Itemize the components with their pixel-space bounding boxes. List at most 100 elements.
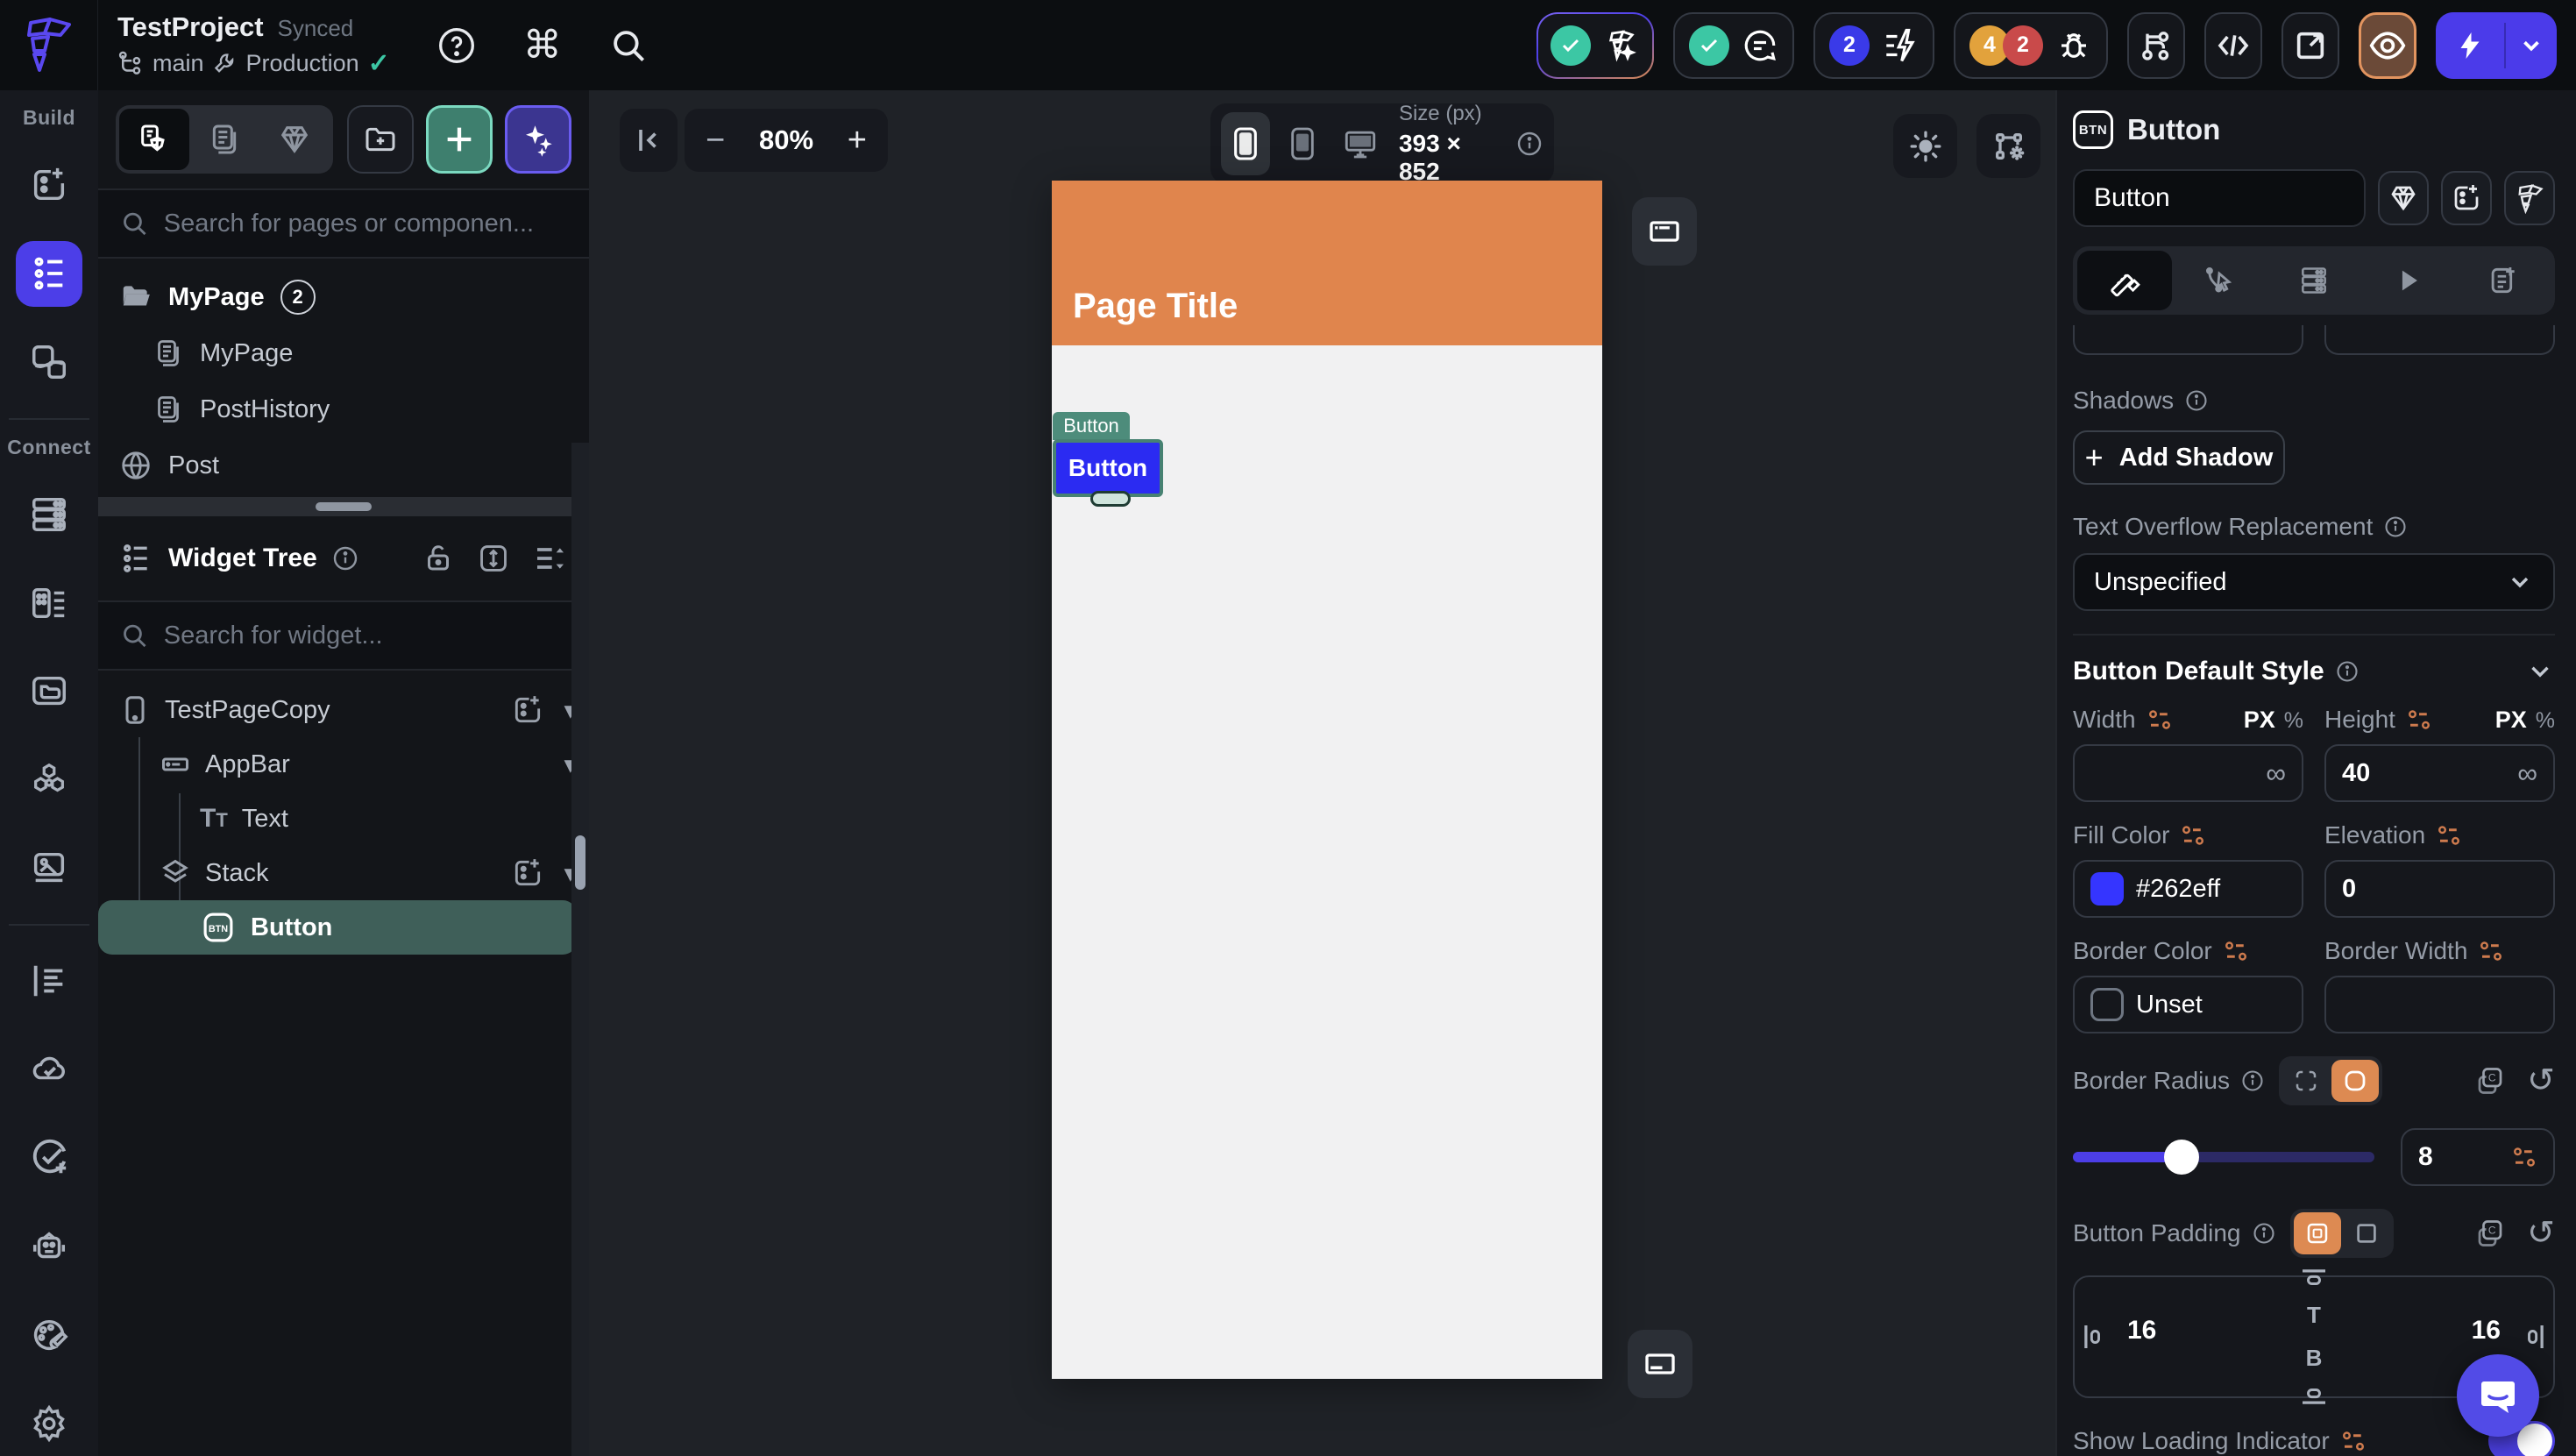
- page-folder-row[interactable]: MyPage 2: [98, 269, 589, 325]
- support-chat-launcher[interactable]: [2457, 1354, 2539, 1437]
- widget-tree-info-icon[interactable]: [331, 544, 359, 572]
- border-radius-value-input[interactable]: 8: [2401, 1128, 2555, 1186]
- rail-item-tests[interactable]: [16, 1126, 82, 1191]
- set-from-variable-icon[interactable]: [2511, 1146, 2537, 1168]
- padding-left-value[interactable]: 16: [2127, 1316, 2156, 1346]
- unit-px[interactable]: PX: [2244, 707, 2275, 734]
- add-widget-icon[interactable]: [511, 693, 544, 727]
- set-from-variable-icon[interactable]: [2147, 708, 2173, 731]
- tree-sort-icon[interactable]: [533, 541, 568, 576]
- reset-value-icon[interactable]: ↺: [2527, 1217, 2555, 1250]
- cropped-field[interactable]: [2073, 325, 2303, 355]
- tab-backend[interactable]: [2267, 251, 2361, 310]
- branch-name[interactable]: main: [153, 50, 204, 77]
- info-icon[interactable]: [2335, 659, 2360, 684]
- add-shadow-button[interactable]: + Add Shadow: [2073, 430, 2285, 485]
- copy-value-icon[interactable]: C: [2474, 1218, 2506, 1249]
- padding-right-value[interactable]: 16: [2472, 1316, 2501, 1346]
- tab-actions[interactable]: [2172, 251, 2267, 310]
- infinity-icon[interactable]: ∞: [2517, 757, 2537, 790]
- padding-bottom-icon[interactable]: [2296, 1384, 2331, 1407]
- tree-row-button-selected[interactable]: BTN Button: [98, 900, 577, 955]
- code-view-button[interactable]: [2204, 11, 2262, 79]
- tree-row-stack[interactable]: Stack ▾: [98, 846, 589, 900]
- set-from-variable-icon[interactable]: [2180, 824, 2206, 847]
- tree-row-text[interactable]: TT Text: [98, 792, 589, 846]
- set-from-variable-icon[interactable]: [2340, 1430, 2367, 1452]
- resize-handle[interactable]: [1090, 491, 1131, 507]
- rail-item-files[interactable]: [16, 658, 82, 724]
- page-row[interactable]: PostHistory: [98, 381, 589, 437]
- color-swatch[interactable]: [2090, 872, 2124, 906]
- add-folder-button[interactable]: [347, 105, 414, 174]
- fill-color-input[interactable]: #262eff: [2073, 860, 2303, 918]
- comments-status-pill[interactable]: [1673, 11, 1794, 79]
- panel-resize-handle[interactable]: [98, 497, 589, 516]
- tab-pages-and-components[interactable]: [119, 109, 189, 170]
- rail-item-media-assets[interactable]: [16, 835, 82, 901]
- info-icon[interactable]: [2252, 1221, 2276, 1246]
- project-name[interactable]: TestProject: [117, 11, 264, 43]
- widget-name-input[interactable]: [2073, 169, 2366, 227]
- padding-top-icon[interactable]: [2296, 1267, 2331, 1289]
- border-radius-slider[interactable]: [2073, 1140, 2374, 1175]
- padding-top-label[interactable]: T: [2307, 1302, 2321, 1329]
- unit-px[interactable]: PX: [2495, 707, 2527, 734]
- zoom-in-button[interactable]: +: [848, 122, 867, 160]
- set-from-variable-icon[interactable]: [2478, 940, 2504, 962]
- padding-uniform-option[interactable]: [2343, 1212, 2390, 1254]
- version-control-button[interactable]: [2127, 11, 2185, 79]
- copy-value-icon[interactable]: C: [2474, 1065, 2506, 1097]
- flutterflow-logo[interactable]: [0, 0, 98, 90]
- button-widget[interactable]: Button: [1053, 439, 1163, 497]
- help-button[interactable]: [437, 26, 476, 65]
- preview-button[interactable]: [2359, 11, 2416, 79]
- rail-item-integrations[interactable]: [16, 747, 82, 813]
- padding-left-icon[interactable]: [2082, 1319, 2104, 1354]
- device-desktop-button[interactable]: [1336, 112, 1385, 175]
- collapse-panel-button[interactable]: [620, 109, 678, 172]
- design-canvas[interactable]: − 80% + Size (px) 393 × 852 Page Title B…: [589, 90, 2055, 1456]
- appbar-widget[interactable]: Page Title: [1052, 181, 1602, 345]
- unit-percent[interactable]: %: [2536, 708, 2555, 734]
- rail-item-deploy[interactable]: [16, 1037, 82, 1103]
- pages-search-input[interactable]: [163, 209, 566, 238]
- info-icon[interactable]: [2383, 515, 2408, 539]
- theme-mode-toggle-button[interactable]: [1893, 114, 1957, 178]
- convert-to-component-button[interactable]: [2441, 171, 2492, 225]
- toggle-appbar-button[interactable]: [1632, 197, 1697, 266]
- button-default-style-header[interactable]: Button Default Style: [2073, 657, 2555, 686]
- rail-item-dashboard[interactable]: [16, 153, 82, 218]
- canvas-settings-button[interactable]: [1976, 114, 2040, 178]
- device-phone-button[interactable]: [1221, 112, 1270, 175]
- search-button[interactable]: [609, 26, 648, 65]
- unit-percent[interactable]: %: [2284, 708, 2303, 734]
- rail-item-ai-agents[interactable]: [16, 1213, 82, 1279]
- phone-preview[interactable]: Page Title Button Button: [1052, 181, 1602, 1379]
- rail-item-settings[interactable]: [16, 1390, 82, 1456]
- rail-item-database[interactable]: [16, 482, 82, 548]
- set-from-variable-icon[interactable]: [2406, 708, 2432, 731]
- infinity-icon[interactable]: ∞: [2266, 757, 2286, 790]
- reset-value-icon[interactable]: ↺: [2527, 1064, 2555, 1097]
- rail-item-documentation[interactable]: [16, 948, 82, 1014]
- lock-icon[interactable]: [422, 543, 454, 574]
- padding-right-icon[interactable]: [2523, 1319, 2546, 1354]
- height-input[interactable]: 40 ∞: [2324, 744, 2555, 802]
- text-overflow-dropdown[interactable]: Unspecified: [2073, 553, 2555, 611]
- tab-pages[interactable]: [189, 109, 259, 170]
- color-swatch-empty[interactable]: [2090, 988, 2124, 1021]
- ai-page-gen-button[interactable]: [505, 105, 571, 174]
- tree-row-appbar[interactable]: AppBar ▾: [98, 737, 589, 792]
- add-page-button[interactable]: [426, 105, 493, 174]
- page-row[interactable]: MyPage: [98, 325, 589, 381]
- run-bolt-icon[interactable]: [2436, 28, 2504, 63]
- collapse-section-chevron[interactable]: [2525, 657, 2555, 686]
- set-from-variable-icon[interactable]: [2223, 940, 2249, 962]
- run-options-chevron[interactable]: [2506, 32, 2557, 59]
- expand-collapse-icon[interactable]: [477, 542, 510, 575]
- tree-row-page[interactable]: TestPageCopy ▾: [98, 683, 589, 737]
- page-row[interactable]: Post: [98, 437, 589, 494]
- elevation-input[interactable]: 0: [2324, 860, 2555, 918]
- zoom-out-button[interactable]: −: [706, 122, 725, 160]
